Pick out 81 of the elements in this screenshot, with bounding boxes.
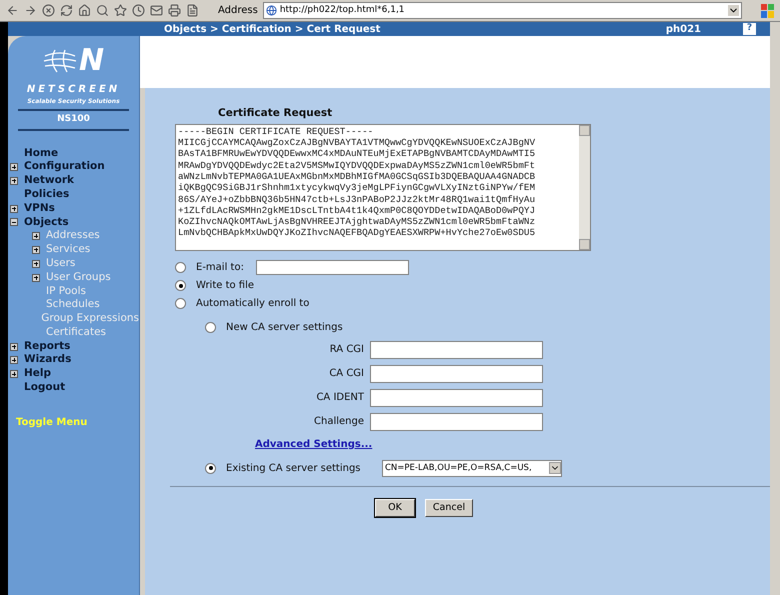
field-label: RA CGI (328, 343, 365, 358)
menu-item[interactable]: Help (24, 366, 52, 382)
breadcrumb: Objects > Certification > Cert Request (164, 22, 380, 36)
cancel-button[interactable]: Cancel (425, 498, 473, 517)
radio-button[interactable] (205, 322, 216, 333)
text-field[interactable] (370, 340, 543, 359)
brand-name: NETSCREEN (26, 83, 122, 97)
expand-icon[interactable] (10, 370, 18, 378)
address-label: Address (218, 4, 258, 18)
advanced-settings-link[interactable]: Advanced Settings... (255, 436, 770, 452)
radio-button[interactable] (205, 462, 216, 474)
back-arrow-icon[interactable] (6, 4, 19, 17)
device-name: ph021 (666, 22, 701, 36)
dropdown-icon[interactable] (549, 462, 561, 474)
option-label: E-mail to: (196, 261, 244, 276)
home-icon[interactable] (78, 4, 91, 17)
field-label: CA IDENT (315, 391, 365, 406)
expand-icon[interactable] (10, 176, 18, 185)
device-model: NS100 (56, 113, 91, 126)
ca-select[interactable]: CN=PE-LAB,OU=PE,O=RSA,C=US, (382, 460, 562, 477)
logo-mark: N (78, 46, 104, 76)
menu-item[interactable]: Logout (24, 380, 66, 396)
menu-item[interactable]: Wizards (24, 352, 72, 368)
clock-icon[interactable] (132, 4, 145, 17)
expand-icon[interactable] (10, 163, 18, 172)
text-field[interactable] (370, 388, 543, 407)
windows-logo-icon (760, 4, 774, 18)
field-label: Challenge (313, 415, 365, 430)
refresh-icon[interactable] (60, 4, 73, 17)
email-field[interactable] (256, 260, 409, 276)
dropdown-icon[interactable] (728, 5, 739, 16)
menu-item[interactable]: Objects (24, 214, 69, 230)
option-label: New CA server settings (226, 320, 343, 335)
expand-icon[interactable] (10, 356, 18, 364)
menu-item[interactable]: VPNs (24, 200, 55, 216)
forward-arrow-icon[interactable] (24, 4, 37, 17)
printer-icon[interactable] (168, 4, 181, 17)
request-textarea[interactable] (175, 124, 591, 251)
address-field[interactable]: http://ph022/top.html*6,1,1 (262, 2, 742, 19)
collapse-icon[interactable] (10, 218, 18, 226)
text-line: MRAwDgYDVQQDEwdyc2Eta2V5MSMwIQYDVQQDExpwaDAyMS5zZWN1cml0eWR5bmFt (178, 160, 536, 171)
search-icon[interactable] (96, 4, 109, 17)
page-icon (266, 5, 277, 16)
text-line: KoZIhvcNAQkOMTAwLjAsBgNVHREEJTAjghtwaDAyMS5zZWN1cml0eWR5bmFtaWNz (178, 216, 536, 228)
expand-icon[interactable] (10, 204, 18, 213)
text-field[interactable] (370, 412, 543, 431)
field-label: CA CGI (328, 367, 365, 382)
section-title: Certificate Request (218, 106, 334, 121)
text-line: iQKBgQC9SiGBJ1rShnhm1xtycykwqVy3jeMgLPFiynGCgwVLXyINztGiNPYw/fEM (178, 182, 536, 194)
expand-icon[interactable] (32, 246, 40, 254)
document-icon[interactable] (186, 4, 199, 17)
radio-button[interactable] (175, 280, 186, 292)
menu-item[interactable]: Policies (24, 186, 70, 203)
expand-icon[interactable] (10, 342, 18, 351)
option-label: Write to file (196, 279, 254, 294)
expand-icon[interactable] (32, 274, 40, 282)
menu-item[interactable]: Configuration (24, 159, 105, 176)
stop-icon[interactable] (42, 4, 55, 17)
radio-button[interactable] (175, 262, 186, 274)
menu-item[interactable]: Home (24, 146, 58, 162)
text-line: -----BEGIN CERTIFICATE REQUEST----- (178, 126, 374, 138)
text-line: 86S/AYeJ+oZbbBNQ36b5HN47ctb+LsJ3nPABoP2JJz2ktMr48RQ1wai1tQmfHyAu (178, 194, 536, 205)
expand-icon[interactable] (32, 260, 40, 268)
globe-lines-icon (42, 48, 77, 74)
scrollbar[interactable] (579, 124, 590, 250)
text-line: aWNzLmNvbTEPMA0GA1UEAxMGbnMxMDBhMIGfMA0GCSqGSIb3DQEBAQUAA4GNADCB (178, 170, 536, 182)
radio-button[interactable] (175, 298, 186, 310)
text-line: +1ZLfdLAcRWSMHn2gkME1DscLTntbA4t1k4QxmP0C8QOYDDetwIDAQABoD0wPQYJ (178, 204, 536, 216)
option-label: Automatically enroll to (196, 297, 310, 312)
mail-icon[interactable] (150, 4, 163, 17)
menu-item[interactable]: Network (24, 173, 74, 189)
help-button[interactable]: ? (743, 23, 756, 35)
star-icon[interactable] (114, 4, 127, 17)
text-field[interactable] (370, 364, 543, 383)
text-line: LmNvbQCHBApkMxUwDQYJKoZIhvcNAQEFBQADgYEAESXWRPW+HvYche27oEw0SDU5 (178, 227, 536, 239)
text-line: BAsTA1BFMRUwEwYDVQQDEwwxMC4xMDAuNTEuMjExETAPBgNVBAMTCDAyMDAwMTI5 (178, 148, 536, 160)
menu-item[interactable]: Reports (24, 338, 70, 354)
expand-icon[interactable] (32, 232, 40, 240)
text-line: MIICGjCCAYMCAQAwgZoxCzAJBgNVBAYTA1VTMQwwCgYDVQQKEwNSUOExCzAJBgNV (178, 137, 536, 148)
ok-button[interactable]: OK (375, 498, 415, 517)
option-label: Existing CA server settings (226, 462, 362, 476)
